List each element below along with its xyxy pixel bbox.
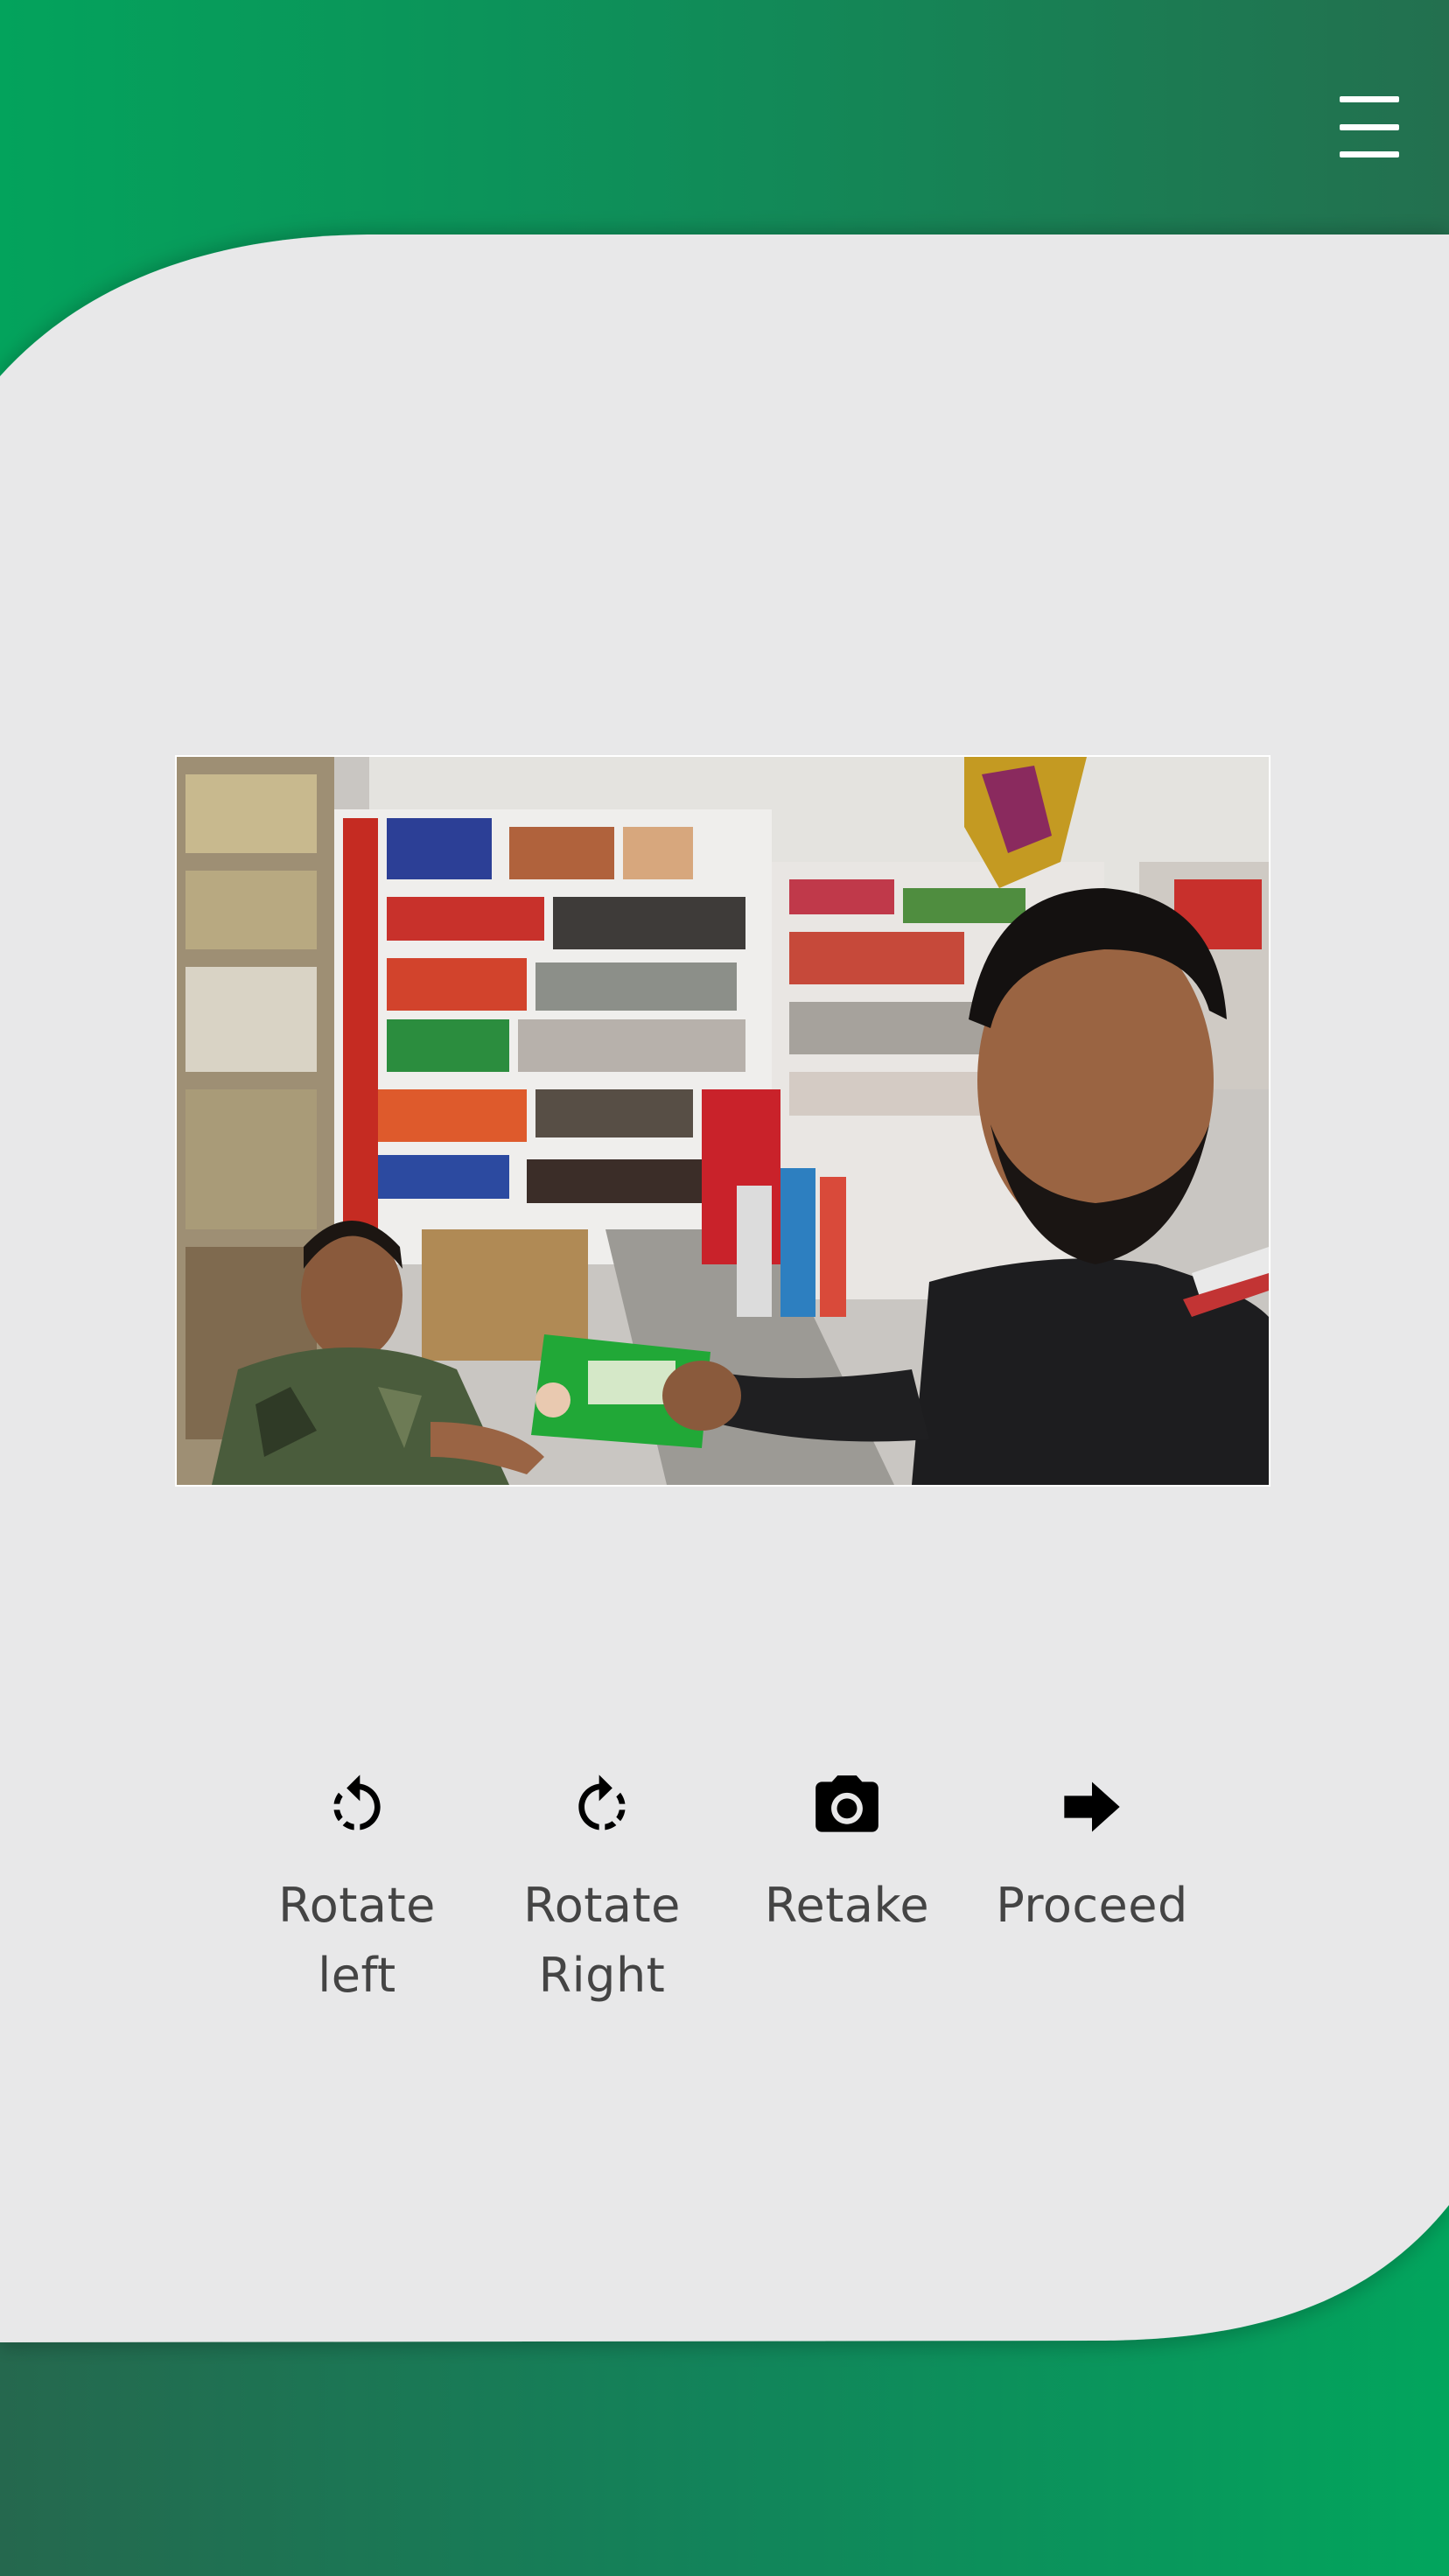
- rotate-right-label: Rotate Right: [523, 1878, 681, 2003]
- footer-curve-shape: [0, 2170, 1449, 2342]
- photo-actions-bar: Rotate left Rotate Right Retake Proceed: [234, 1768, 1214, 2056]
- rotate-left-button[interactable]: Rotate left: [234, 1768, 480, 2056]
- arrow-right-icon: [1053, 1768, 1131, 1846]
- header-curve-shape: [0, 234, 1449, 402]
- menu-button[interactable]: [1321, 96, 1418, 158]
- retake-button[interactable]: Retake: [724, 1768, 970, 2056]
- hamburger-menu-icon: [1340, 96, 1399, 102]
- rotate-right-button[interactable]: Rotate Right: [480, 1768, 724, 2056]
- rotate-left-icon: [318, 1768, 396, 1846]
- rotate-right-icon: [563, 1768, 641, 1846]
- camera-icon: [808, 1768, 886, 1846]
- photo-preview: [175, 755, 1270, 1487]
- rotate-left-label: Rotate left: [278, 1878, 436, 2003]
- retake-label: Retake: [764, 1878, 930, 1933]
- proceed-button[interactable]: Proceed: [970, 1768, 1214, 2056]
- proceed-label: Proceed: [996, 1878, 1188, 1933]
- shop-photo-image: [177, 757, 1269, 1485]
